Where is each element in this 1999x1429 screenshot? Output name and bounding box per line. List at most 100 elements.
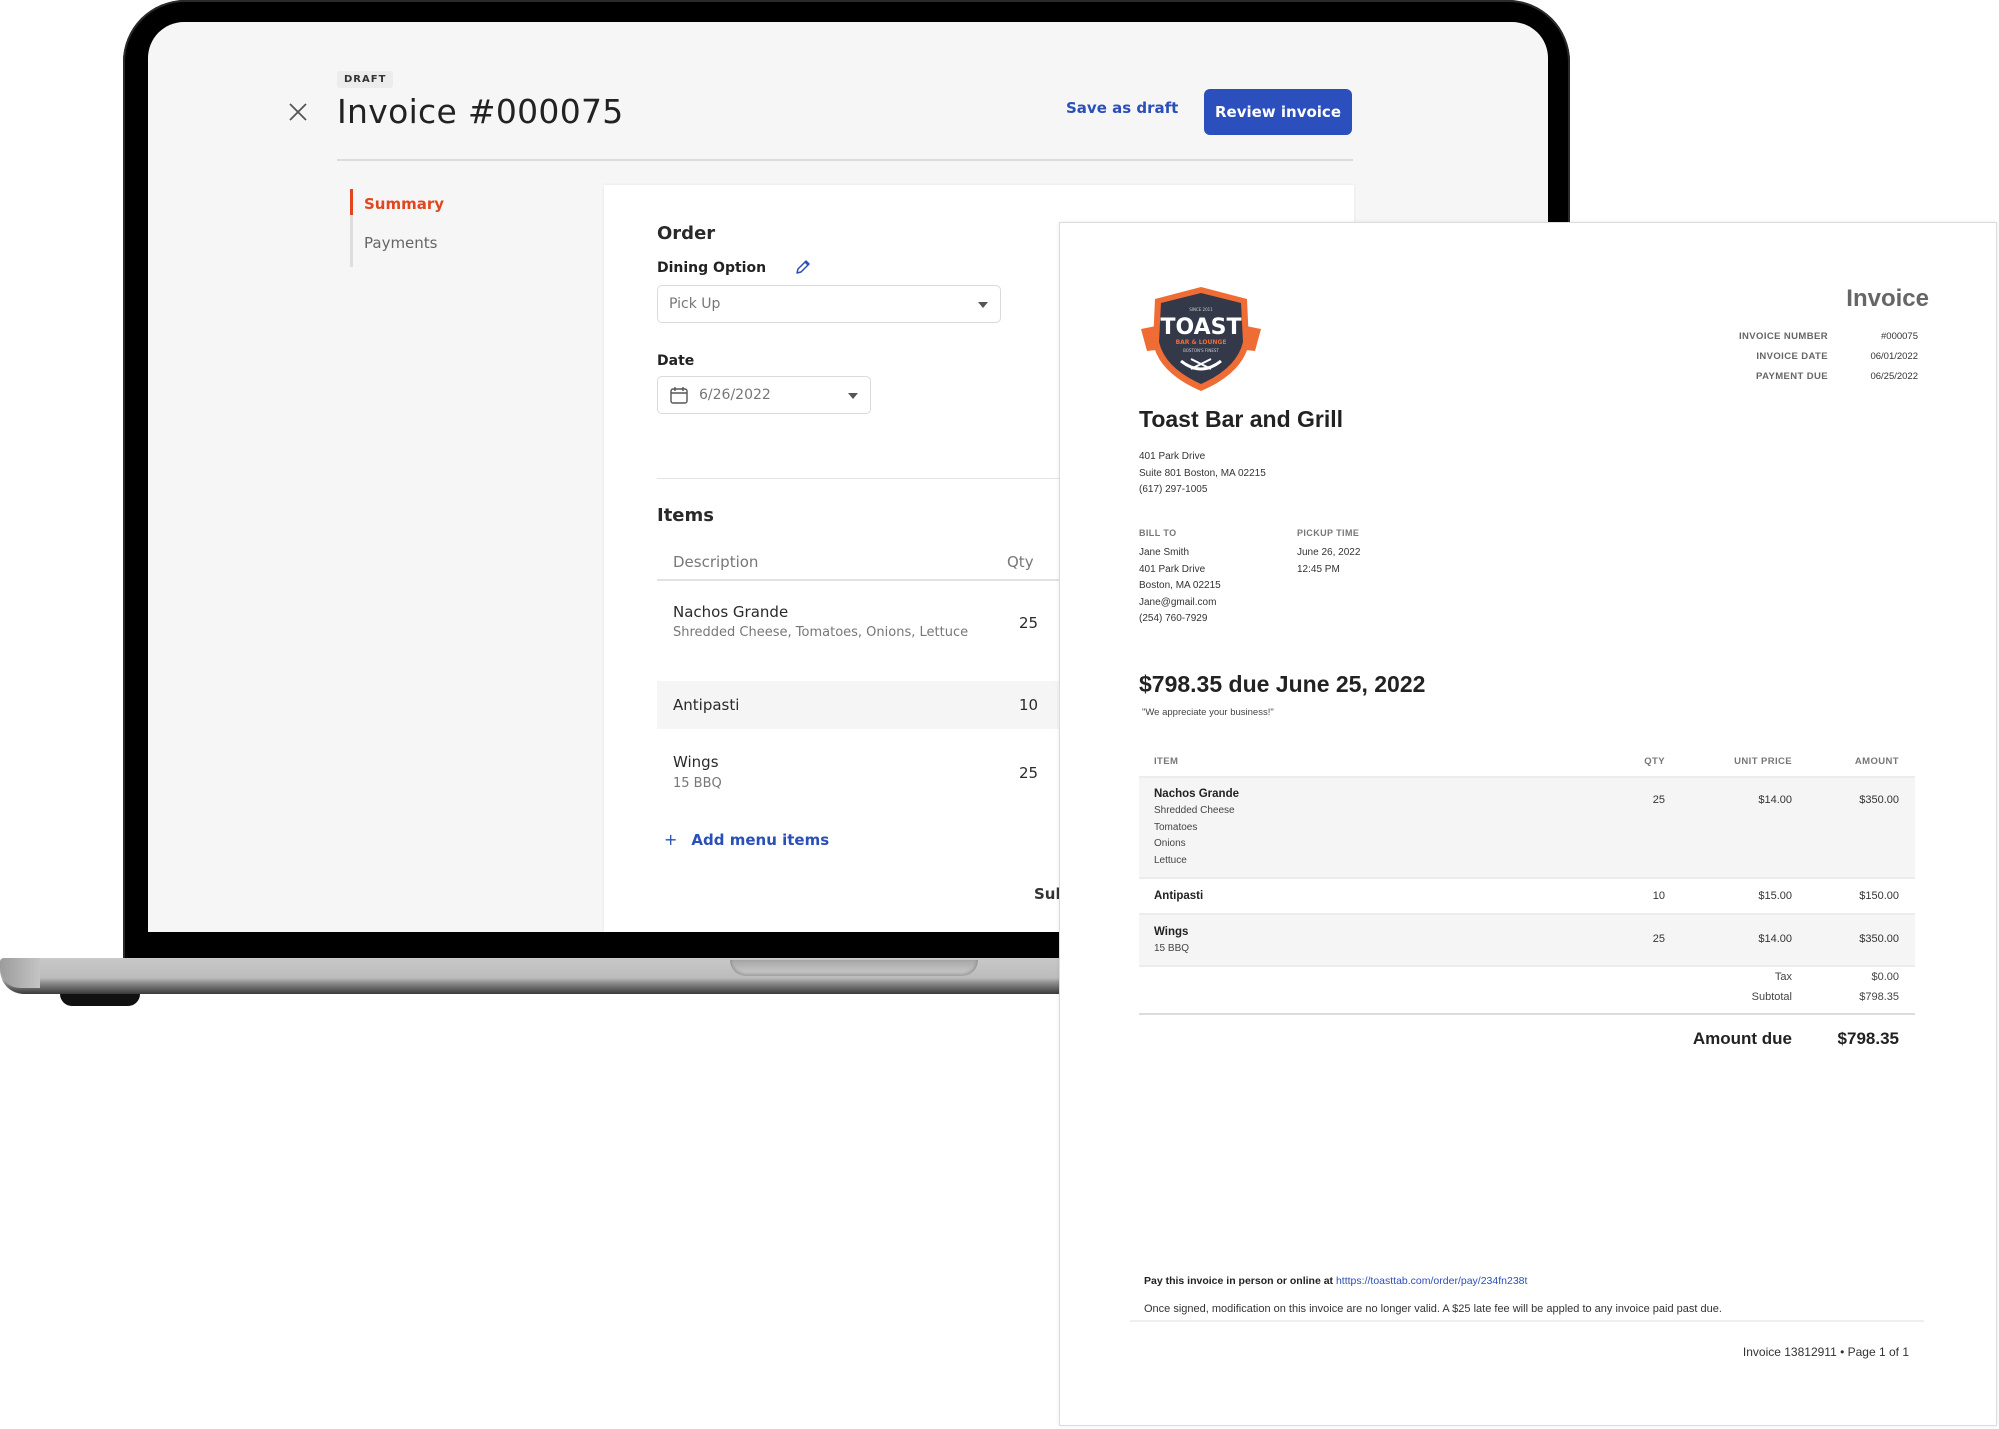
modifier: Shredded Cheese — [1154, 805, 1235, 816]
laptop-foot — [60, 994, 140, 1006]
page-footer: Invoice 13812911 • Page 1 of 1 — [1742, 1345, 1909, 1359]
chevron-down-icon — [848, 393, 858, 399]
table-row: Antipasti 10 $15.00 $150.00 — [1139, 879, 1915, 915]
date-picker[interactable]: 6/26/2022 — [657, 376, 871, 414]
header-unit-price: UNIT PRICE — [1734, 756, 1792, 767]
header-amount: AMOUNT — [1854, 756, 1899, 767]
pay-text: Pay this invoice in person or online at — [1144, 1275, 1334, 1287]
date-label: Date — [657, 353, 695, 369]
pencil-edit-icon[interactable] — [794, 258, 812, 276]
chevron-down-icon — [978, 302, 988, 308]
svg-text:BAR & LOUNGE: BAR & LOUNGE — [1176, 339, 1227, 346]
modifier: Onions — [1154, 838, 1186, 849]
pickup-time-label: PICKUP TIME — [1297, 528, 1360, 538]
modifier: Tomatoes — [1154, 821, 1198, 833]
plus-icon: + — [664, 830, 678, 849]
nav-item-payments[interactable]: Payments — [353, 228, 470, 267]
add-menu-items-button[interactable]: + Add menu items — [664, 830, 829, 849]
item-mods: 15 BBQ — [673, 776, 722, 791]
row-item-name: Antipasti — [1154, 890, 1204, 902]
customer-email: Jane@gmail.com — [1139, 596, 1217, 608]
meta-value: 06/01/2022 — [1870, 351, 1918, 362]
business-name: Toast Bar and Grill — [1139, 406, 1344, 432]
due-headline: $798.35 due June 25, 2022 — [1139, 671, 1426, 697]
invoice-heading: Invoice — [1846, 285, 1929, 312]
phone-line: (617) 297-1005 — [1139, 484, 1208, 495]
header-item: ITEM — [1154, 756, 1179, 767]
close-icon[interactable] — [287, 101, 309, 123]
add-menu-items-label: Add menu items — [691, 831, 830, 849]
meta-value: #000075 — [1881, 331, 1918, 342]
side-nav: Summary Payments — [350, 189, 470, 267]
items-section-title: Items — [657, 505, 714, 526]
row-qty: 25 — [1652, 794, 1665, 806]
address-line: Suite 801 Boston, MA 02215 — [1139, 467, 1266, 479]
amount-due-label: Amount due — [1692, 1029, 1792, 1048]
modifier: 15 BBQ — [1154, 943, 1190, 954]
page-title: Invoice #000075 — [337, 92, 624, 131]
tagline: "We appreciate your business!" — [1142, 707, 1274, 718]
item-qty: 25 — [1019, 614, 1039, 632]
review-invoice-button[interactable]: Review invoice — [1204, 89, 1352, 135]
row-item-name: Wings — [1154, 926, 1189, 938]
pay-link[interactable]: htttps://toasttab.com/order/pay/234fn238… — [1336, 1275, 1527, 1287]
svg-text:TOAST: TOAST — [1161, 315, 1242, 340]
meta-label: PAYMENT DUE — [1756, 371, 1828, 382]
address-line: 401 Park Drive — [1139, 451, 1206, 462]
meta-row: PAYMENT DUE 06/25/2022 — [1668, 367, 1918, 387]
row-unit-price: $14.00 — [1758, 794, 1792, 806]
table-row: Nachos Grande Shredded Cheese Tomatoes O… — [1139, 778, 1915, 879]
item-mods: Shredded Cheese, Tomatoes, Onions, Lettu… — [673, 625, 969, 640]
tax-label: Tax — [1774, 971, 1792, 983]
col-qty: Qty — [1007, 553, 1034, 571]
subtotal-value: $798.35 — [1859, 991, 1899, 1003]
meta-value: 06/25/2022 — [1870, 371, 1918, 382]
footer-divider — [1130, 1320, 1924, 1322]
save-as-draft-button[interactable]: Save as draft — [1066, 99, 1178, 117]
calendar-icon — [670, 387, 688, 404]
modifier: Lettuce — [1154, 854, 1187, 866]
dining-option-label: Dining Option — [657, 260, 767, 276]
row-modifiers: 15 BBQ — [1154, 941, 1189, 958]
totals-block: Tax $0.00 Subtotal $798.35 — [1139, 971, 1915, 1015]
pickup-date: June 26, 2022 — [1297, 547, 1361, 558]
row-item-name: Nachos Grande — [1154, 788, 1239, 800]
invoice-line-items: ITEM QTY UNIT PRICE AMOUNT Nachos Grande… — [1139, 743, 1915, 967]
row-amount: $150.00 — [1859, 890, 1899, 902]
customer-phone: (254) 760-7929 — [1139, 613, 1208, 624]
amount-due-value: $798.35 — [1837, 1029, 1899, 1048]
item-qty: 10 — [1019, 696, 1039, 714]
item-name: Nachos Grande — [673, 603, 789, 621]
toast-logo: SINCE 2011 TOAST BAR & LOUNGE BOSTON'S F… — [1141, 287, 1261, 391]
order-section-title: Order — [657, 223, 716, 244]
row-amount: $350.00 — [1859, 794, 1899, 806]
meta-row: INVOICE NUMBER #000075 — [1668, 327, 1918, 347]
nav-item-summary[interactable]: Summary — [350, 189, 470, 228]
fine-print: Once signed, modification on this invoic… — [1144, 1303, 1722, 1315]
row-unit-price: $15.00 — [1758, 890, 1792, 902]
item-qty: 25 — [1019, 764, 1039, 782]
item-name: Wings — [673, 753, 719, 771]
date-value: 6/26/2022 — [699, 387, 771, 403]
invoice-document: SINCE 2011 TOAST BAR & LOUNGE BOSTON'S F… — [1059, 222, 1997, 1426]
laptop-notch — [730, 960, 978, 976]
bill-to-block: BILL TO Jane Smith 401 Park Drive Boston… — [1139, 528, 1221, 628]
status-badge: DRAFT — [337, 71, 394, 88]
pay-instructions: Pay this invoice in person or online at … — [1144, 1275, 1527, 1287]
col-description: Description — [673, 553, 759, 571]
row-qty: 10 — [1652, 890, 1665, 902]
meta-label: INVOICE DATE — [1756, 351, 1828, 362]
header-qty: QTY — [1644, 756, 1665, 767]
meta-label: INVOICE NUMBER — [1739, 331, 1828, 342]
tax-value: $0.00 — [1871, 971, 1899, 983]
dining-option-select[interactable]: Pick Up — [657, 285, 1001, 323]
subtotal-label: Subtotal — [1751, 991, 1792, 1003]
pickup-time: 12:45 PM — [1297, 563, 1340, 575]
invoice-meta: INVOICE NUMBER #000075 INVOICE DATE 06/01/… — [1668, 327, 1918, 387]
bill-to-label: BILL TO — [1139, 528, 1177, 538]
row-modifiers: Shredded Cheese Tomatoes Onions Lettuce — [1154, 803, 1235, 869]
customer-city: Boston, MA 02215 — [1139, 580, 1221, 591]
svg-text:SINCE 2011: SINCE 2011 — [1189, 307, 1213, 312]
row-amount: $350.00 — [1859, 933, 1899, 945]
item-name: Antipasti — [673, 696, 740, 714]
